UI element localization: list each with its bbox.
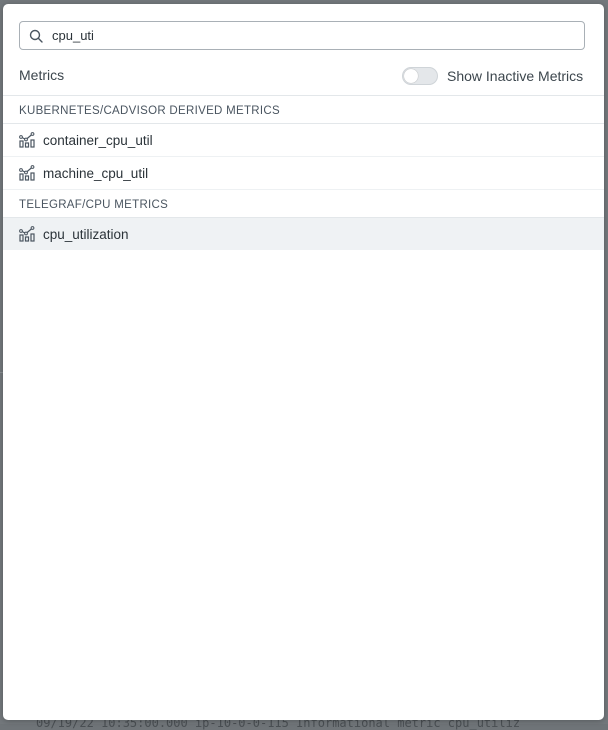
search-icon [29,29,43,43]
metric-name: machine_cpu_util [43,165,149,181]
metric-name: cpu_utilization [43,226,129,242]
toggle-label: Show Inactive Metrics [447,68,584,84]
group-header-kubernetes: KUBERNETES/CADVISOR DERIVED METRICS [19,105,280,117]
row-divider [3,189,604,190]
group-header-telegraf: TELEGRAF/CPU METRICS [19,199,169,211]
toggle-switch[interactable] [402,67,438,85]
search-input[interactable] [52,22,572,49]
toggle-knob [404,69,418,83]
metric-row-machine-cpu-util[interactable]: machine_cpu_util [3,157,604,189]
metric-name: container_cpu_util [43,132,153,148]
metric-graph-icon [19,226,35,242]
metric-row-cpu-utilization[interactable]: cpu_utilization [3,218,604,250]
metric-row-container-cpu-util[interactable]: container_cpu_util [3,124,604,156]
search-box[interactable] [19,21,585,50]
show-inactive-metrics-toggle[interactable]: Show Inactive Metrics [402,67,583,85]
metrics-label: Metrics [19,67,65,83]
header-divider [3,95,604,96]
metric-graph-icon [19,132,35,148]
metric-graph-icon [19,165,35,181]
metric-picker-panel: Metrics Show Inactive Metrics KUBERNETES… [3,4,604,720]
